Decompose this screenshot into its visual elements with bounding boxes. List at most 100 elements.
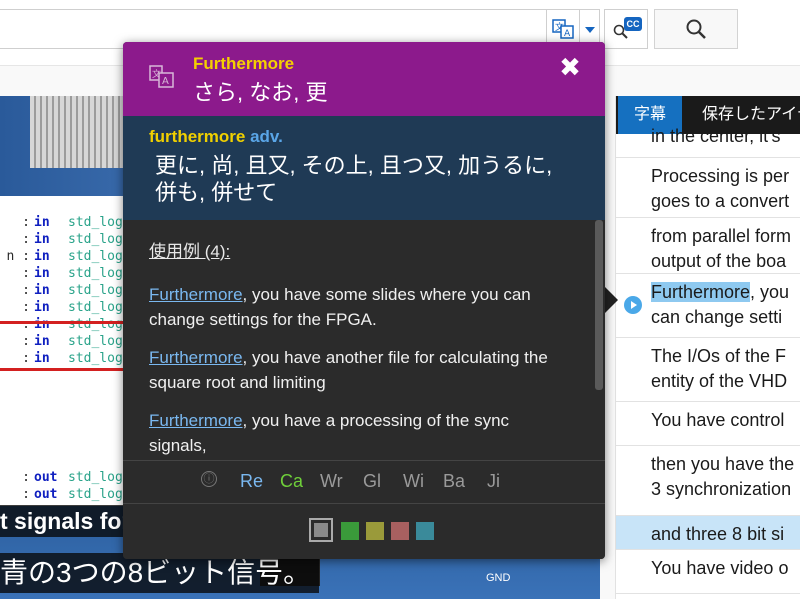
code-keyword: out (34, 487, 58, 502)
code-line: : in std_log (0, 282, 123, 299)
example-link[interactable]: Furthermore (149, 348, 243, 367)
code-type: std_log (68, 334, 123, 349)
source-ba[interactable]: Ba (443, 471, 465, 492)
code-prefix: : (22, 334, 30, 349)
transcript-row[interactable]: and three 8 bit si (616, 516, 800, 550)
code-keyword: in (34, 351, 50, 366)
example-item: Furthermore, you have some slides where … (149, 282, 569, 332)
source-wr[interactable]: Wr (320, 471, 343, 492)
code-keyword: in (34, 317, 50, 332)
gnd-label: GND (486, 572, 511, 584)
translate-icon: 文 A (552, 19, 574, 39)
code-prefix: : (22, 300, 30, 315)
transcript-line: then you have the (651, 454, 795, 474)
code-line: : in std_log (0, 265, 123, 282)
transcript-line: You have video o (651, 558, 789, 578)
transcript-panel: 字幕 保存したアイテム in the center, it'sProcessin… (615, 96, 800, 599)
theme-swatch-olive[interactable] (366, 522, 384, 540)
source-ca[interactable]: Ca (280, 471, 303, 492)
code-type: std_log (68, 470, 123, 485)
cc-badge: CC (624, 17, 642, 31)
ribbon-cable-image (30, 96, 125, 168)
part-of-speech: adv. (250, 127, 283, 146)
examples-section: 使用例 (4): Furthermore, you have some slid… (123, 220, 593, 460)
transcript-line: entity of the VHD (651, 371, 788, 391)
example-link[interactable]: Furthermore (149, 411, 243, 430)
code-keyword: in (34, 215, 50, 230)
definition-section: furthermore adv. 更に, 尚, 且又, その上, 且つ又, 加う… (123, 116, 605, 220)
theme-swatch-rose[interactable] (391, 522, 409, 540)
search-button[interactable] (654, 9, 738, 49)
transcript-line: The I/Os of the F (651, 346, 787, 366)
code-type: std_log (68, 300, 123, 315)
code-type: std_log (68, 249, 123, 264)
code-keyword: in (34, 334, 50, 349)
code-type: std_log (68, 283, 123, 298)
code-type: std_log (68, 266, 123, 281)
code-prefix: n : (6, 249, 30, 264)
definition-text: 更に, 尚, 且又, その上, 且つ又, 加うるに, 併も, 併せて (155, 153, 553, 205)
info-icon[interactable]: ⓘ (201, 471, 217, 487)
popup-word: Furthermore (193, 54, 295, 73)
popup-scrollbar[interactable] (593, 220, 605, 460)
code-line: : out std_log (0, 486, 123, 503)
transcript-line: 3 synchronization (651, 479, 792, 499)
code-line: : in std_log (0, 299, 123, 316)
code-keyword: in (34, 266, 50, 281)
code-line: : out std_log (0, 469, 123, 486)
code-prefix: : (22, 266, 30, 281)
transcript-row[interactable]: in the center, it's (616, 124, 800, 158)
theme-swatch-green[interactable] (341, 522, 359, 540)
source-ji[interactable]: Ji (487, 471, 500, 492)
code-line: : in std_log (0, 316, 123, 333)
code-keyword: in (34, 232, 50, 247)
code-keyword: out (34, 470, 58, 485)
transcript-row[interactable]: Processing is per goes to a convert (616, 158, 800, 218)
code-line: : in std_log (0, 231, 123, 248)
code-keyword: in (34, 300, 50, 315)
transcript-line: output of the boa (651, 251, 787, 271)
code-prefix: : (22, 487, 30, 502)
source-re[interactable]: Re (240, 471, 263, 492)
dictionary-icon: 文 A (149, 65, 174, 88)
transcript-text: , you (750, 282, 790, 302)
transcript-row[interactable]: You have video o (616, 550, 800, 594)
cc-search-button[interactable]: CC (604, 9, 648, 49)
transcript-row[interactable]: You have control (616, 402, 800, 446)
highlighted-word[interactable]: Furthermore (651, 282, 751, 302)
code-prefix: : (22, 215, 30, 230)
code-type: std_log (68, 215, 123, 230)
play-icon[interactable] (624, 296, 642, 314)
code-keyword: in (34, 249, 50, 264)
source-gl[interactable]: Gl (363, 471, 381, 492)
subtitle-japanese: 青の3つの8ビット信号。 (0, 553, 320, 593)
popup-pointer-arrow (604, 286, 618, 314)
transcript-row[interactable]: The I/Os of the F entity of the VHD (616, 338, 800, 402)
color-theme-bar (123, 503, 605, 559)
code-prefix: : (22, 283, 30, 298)
code-type: std_log (68, 317, 123, 332)
source-bar: ⓘ Re Ca Wr Gl Wi Ba Ji (123, 460, 605, 503)
theme-swatch-teal[interactable] (416, 522, 434, 540)
transcript-row[interactable]: from parallel form output of the boa (616, 218, 800, 274)
close-icon[interactable]: ✖ (557, 54, 583, 80)
transcript-line: can change setti (651, 307, 783, 327)
code-line: : in std_log (0, 214, 123, 231)
code-prefix: : (22, 351, 30, 366)
transcript-row[interactable]: Furthermore, you can change setti (616, 274, 800, 338)
theme-swatch-gray[interactable] (309, 518, 333, 542)
example-link[interactable]: Furthermore (149, 285, 243, 304)
source-wi[interactable]: Wi (403, 471, 424, 492)
definition-word: furthermore (149, 127, 246, 146)
example-item: Furthermore, you have a processing of th… (149, 408, 569, 458)
transcript-row[interactable]: then you have the 3 synchronization (616, 446, 800, 516)
code-keyword: in (34, 283, 50, 298)
transcript-line: goes to a convert (651, 191, 790, 211)
red-marker-line (0, 368, 130, 371)
scrollbar-thumb[interactable] (595, 220, 603, 390)
transcript-line: from parallel form (651, 226, 792, 246)
transcript-line: Furthermore, you (651, 280, 800, 305)
popup-translation: さら, なお, 更 (193, 80, 328, 105)
popup-header: 文 A Furthermore さら, なお, 更 ✖ (123, 42, 605, 116)
code-prefix: : (22, 317, 30, 332)
